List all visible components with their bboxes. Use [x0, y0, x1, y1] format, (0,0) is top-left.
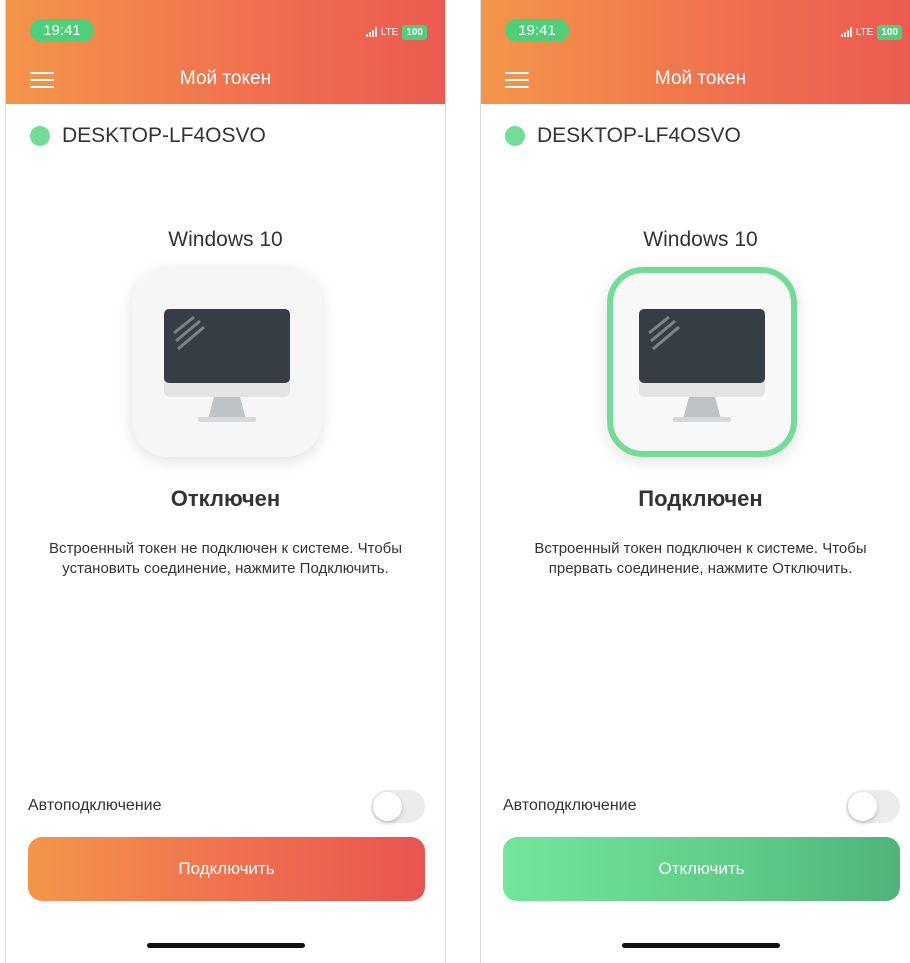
status-time: 19:41 — [30, 19, 94, 42]
battery-level: 100 — [402, 24, 427, 40]
auto-connect-row: Автоподключение — [28, 788, 425, 824]
device-row: DESKTOP-LF4OSVO — [505, 124, 741, 148]
battery-level: 100 — [877, 24, 902, 40]
phone-screen-connected: 19:41 LTE 100 Мой токен DESKTOP-LF4OSVO … — [480, 0, 910, 963]
device-name: DESKTOP-LF4OSVO — [62, 124, 266, 147]
network-type: LTE — [380, 26, 399, 38]
header-title: Мой токен — [654, 68, 747, 89]
home-indicator[interactable] — [147, 943, 305, 948]
auto-connect-label: Автоподключение — [28, 797, 162, 814]
device-row: DESKTOP-LF4OSVO — [30, 124, 266, 148]
status-indicators: LTE 100 — [365, 24, 427, 40]
os-name: Windows 10 — [168, 228, 283, 251]
connection-state-title: Отключен — [170, 486, 281, 511]
auto-connect-toggle[interactable] — [846, 789, 900, 823]
connect-button[interactable]: Подключить — [28, 837, 425, 901]
signal-icon — [365, 27, 377, 37]
desktop-monitor-icon — [164, 309, 290, 422]
home-indicator[interactable] — [622, 943, 780, 948]
phone-screen-disconnected: 19:41 LTE 100 Мой токен DESKTOP-LF4OSVO … — [5, 0, 446, 963]
desktop-monitor-icon — [639, 309, 765, 422]
header-title: Мой токен — [179, 68, 272, 89]
toggle-knob — [848, 791, 877, 821]
auto-connect-label: Автоподключение — [503, 797, 637, 814]
signal-icon — [840, 27, 852, 37]
connection-state-description: Встроенный токен не подключен к системе.… — [48, 540, 403, 577]
app-header: 19:41 LTE 100 Мой токен — [481, 0, 910, 104]
os-name: Windows 10 — [643, 228, 758, 251]
network-type: LTE — [855, 26, 874, 38]
auto-connect-row: Автоподключение — [503, 788, 900, 824]
connection-state-description: Встроенный токен подключен к системе. Чт… — [534, 540, 867, 577]
toggle-knob — [373, 791, 402, 821]
app-header: 19:41 LTE 100 Мой токен — [6, 0, 445, 104]
status-time: 19:41 — [505, 19, 569, 42]
auto-connect-toggle[interactable] — [371, 789, 425, 823]
status-indicators: LTE 100 — [840, 24, 902, 40]
computer-tile — [132, 267, 322, 457]
disconnect-button[interactable]: Отключить — [503, 837, 900, 901]
computer-tile-connected — [607, 267, 797, 457]
device-name: DESKTOP-LF4OSVO — [537, 124, 741, 147]
connection-state-title: Подключен — [638, 486, 763, 511]
online-status-dot — [30, 126, 50, 146]
online-status-dot — [505, 126, 525, 146]
